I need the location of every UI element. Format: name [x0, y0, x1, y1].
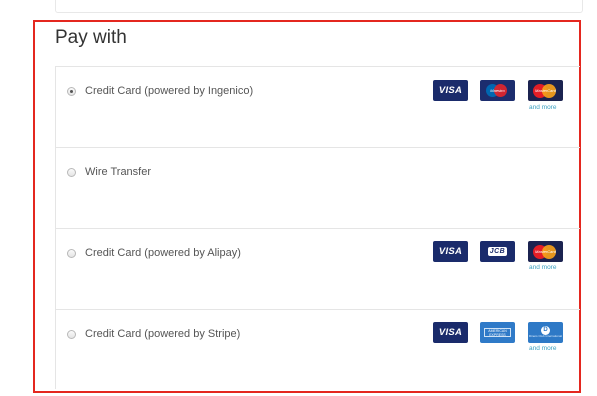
- pay-with-heading: Pay with: [55, 27, 127, 48]
- diners-club-logo: D Diners Club International: [528, 322, 563, 343]
- payment-method-label: Credit Card (powered by Ingenico): [85, 85, 254, 97]
- payment-method-ingenico[interactable]: Credit Card (powered by Ingenico) VISA M…: [56, 67, 580, 148]
- radio-wire-transfer[interactable]: [67, 168, 76, 177]
- payment-method-label: Wire Transfer: [85, 166, 152, 178]
- radio-alipay[interactable]: [67, 249, 76, 258]
- visa-logo: VISA: [433, 241, 468, 262]
- visa-logo: VISA: [433, 80, 468, 101]
- radio-ingenico[interactable]: [67, 87, 76, 96]
- visa-logo: VISA: [433, 322, 468, 343]
- radio-stripe[interactable]: [67, 330, 76, 339]
- and-more-link[interactable]: and more: [529, 264, 556, 271]
- and-more-link[interactable]: and more: [529, 104, 556, 111]
- and-more-link[interactable]: and more: [529, 345, 556, 352]
- amex-logo: AMERICAN EXPRESS: [480, 322, 515, 343]
- payment-methods-list: Credit Card (powered by Ingenico) VISA M…: [55, 66, 580, 389]
- maestro-logo: Maestro: [480, 80, 515, 101]
- payment-method-label: Credit Card (powered by Stripe): [85, 328, 241, 340]
- payment-method-alipay[interactable]: Credit Card (powered by Alipay) VISA JCB…: [56, 229, 580, 310]
- payment-method-label: Credit Card (powered by Alipay): [85, 247, 241, 259]
- payment-method-wire-transfer[interactable]: Wire Transfer: [56, 148, 580, 229]
- previous-section-card: [55, 0, 583, 13]
- jcb-logo: JCB: [480, 241, 515, 262]
- payment-method-stripe[interactable]: Credit Card (powered by Stripe) VISA AME…: [56, 310, 580, 389]
- mastercard-logo: MasterCard: [528, 241, 563, 262]
- mastercard-logo: MasterCard: [528, 80, 563, 101]
